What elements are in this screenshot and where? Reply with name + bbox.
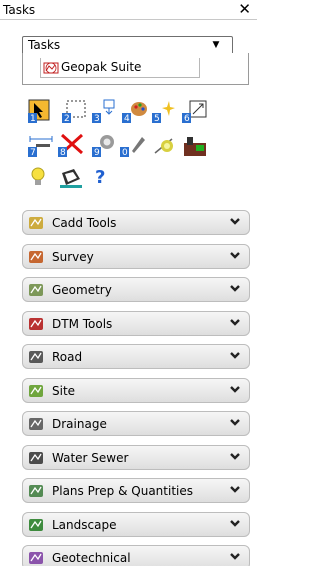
category-label: Geometry <box>52 283 112 297</box>
category-label: Drainage <box>52 417 107 431</box>
tool-number-7: 7 <box>30 148 36 158</box>
select-element-tool[interactable]: 1 <box>28 99 54 125</box>
help-question-icon: ? <box>95 167 105 188</box>
drop-icon: 0 <box>120 137 145 158</box>
category-label: Plans Prep & Quantities <box>52 484 193 498</box>
place-fence-tool[interactable]: 2 <box>62 99 88 125</box>
analyze-element-tool[interactable]: 9 <box>92 133 118 159</box>
display-settings-icon <box>154 138 173 154</box>
chevron-down-icon[interactable] <box>230 452 240 461</box>
measure-icon: 6 <box>182 100 207 124</box>
chevron-down-icon[interactable] <box>230 251 240 260</box>
category-label: Geotechnical <box>52 551 131 565</box>
category-label: Survey <box>52 249 94 264</box>
geotechnical-icon <box>29 552 43 564</box>
category-water-sewer[interactable]: Water Sewer <box>22 444 250 470</box>
drop-element-tool[interactable]: 0 <box>120 133 146 159</box>
svg-text:?: ? <box>95 167 105 188</box>
chevron-down-icon[interactable] <box>230 285 240 293</box>
tool-settings-tool[interactable] <box>182 133 208 159</box>
tool-number-4: 4 <box>124 114 130 124</box>
water-sewer-icon <box>29 451 43 464</box>
save-tool[interactable] <box>58 165 84 191</box>
chevron-down-icon[interactable] <box>230 519 240 528</box>
change-attributes-tool[interactable]: 4 <box>122 99 148 125</box>
geometry-icon <box>29 284 43 296</box>
chevron-down-icon[interactable]: ▼ <box>203 38 229 52</box>
category-geometry[interactable]: Geometry <box>22 277 250 302</box>
tool-number-1: 1 <box>30 114 36 124</box>
tool-number-3: 3 <box>94 114 100 124</box>
tool-number-5: 5 <box>154 114 160 124</box>
main-toolbox: 1 2 3 4 5 6 7 8 9 0 ? <box>28 99 238 199</box>
tool-number-6: 6 <box>184 114 190 124</box>
window-title: Tasks <box>3 3 36 17</box>
delete-element-tool[interactable]: 8 <box>58 133 84 159</box>
task-selector-dropdown[interactable]: Tasks ▼ <box>22 36 233 54</box>
fence-icon: 2 <box>62 100 86 124</box>
site-icon <box>29 384 43 397</box>
task-tree: Geopak Suite <box>22 53 249 85</box>
save-icon <box>60 169 82 188</box>
title-bar: Tasks ✕ <box>0 0 257 20</box>
arrow-pointer-icon: 1 <box>28 99 50 124</box>
paint-palette-icon: 4 <box>122 102 147 124</box>
delete-part-tool[interactable]: 5 <box>152 99 178 125</box>
measure-tool[interactable]: 6 <box>182 99 208 125</box>
chevron-down-icon[interactable] <box>230 385 240 394</box>
tool-number-0: 0 <box>122 148 128 158</box>
landscape-icon <box>29 518 43 531</box>
category-label: Road <box>52 350 83 364</box>
analyze-icon: 9 <box>92 135 114 158</box>
tool-number-9: 9 <box>94 148 100 158</box>
dimension-icon: 7 <box>28 136 53 158</box>
dimension-tool[interactable]: 7 <box>28 133 54 159</box>
tool-number-2: 2 <box>64 114 70 124</box>
cadd-tools-icon <box>29 217 43 229</box>
hint-bulb-tool[interactable] <box>28 165 54 191</box>
sparkle-icon: 5 <box>152 101 175 124</box>
dtm-tools-icon <box>29 317 43 330</box>
category-survey[interactable]: Survey <box>22 243 250 269</box>
category-label: Cadd Tools <box>52 216 117 230</box>
survey-icon <box>29 250 43 263</box>
tree-item-label: Geopak Suite <box>61 60 142 74</box>
category-site[interactable]: Site <box>22 377 250 403</box>
task-selector-value: Tasks <box>28 38 61 52</box>
plans-prep-icon <box>29 485 43 497</box>
drainage-icon <box>29 418 43 430</box>
help-tool[interactable]: ? <box>90 165 116 191</box>
manipulate-icon: 3 <box>92 99 115 124</box>
category-road[interactable]: Road <box>22 344 250 369</box>
chevron-down-icon[interactable] <box>230 218 240 226</box>
category-label: Water Sewer <box>52 450 129 465</box>
category-geotechnical[interactable]: Geotechnical <box>22 545 250 566</box>
lightbulb-icon <box>31 167 45 185</box>
tool-settings-icon <box>184 137 206 156</box>
chevron-down-icon[interactable] <box>230 318 240 327</box>
chevron-down-icon[interactable] <box>230 553 240 561</box>
tree-item-geopak-suite[interactable]: Geopak Suite <box>40 58 200 78</box>
manipulate-tool[interactable]: 3 <box>92 99 118 125</box>
category-plans-prep-quantities[interactable]: Plans Prep & Quantities <box>22 478 250 503</box>
category-label: DTM Tools <box>52 316 113 331</box>
category-cadd-tools[interactable]: Cadd Tools <box>22 210 250 235</box>
road-icon <box>29 351 43 363</box>
chevron-down-icon[interactable] <box>230 486 240 494</box>
delete-x-icon: 8 <box>58 133 84 158</box>
category-drainage[interactable]: Drainage <box>22 411 250 436</box>
category-label: Site <box>52 383 76 398</box>
geopak-suite-icon <box>43 62 59 74</box>
display-settings-tool[interactable] <box>152 133 178 159</box>
category-dtm-tools[interactable]: DTM Tools <box>22 310 250 336</box>
tool-number-8: 8 <box>60 148 66 158</box>
chevron-down-icon[interactable] <box>230 352 240 360</box>
category-landscape[interactable]: Landscape <box>22 511 250 537</box>
close-icon[interactable]: ✕ <box>238 1 251 17</box>
category-label: Landscape <box>52 517 117 532</box>
chevron-down-icon[interactable] <box>230 419 240 427</box>
